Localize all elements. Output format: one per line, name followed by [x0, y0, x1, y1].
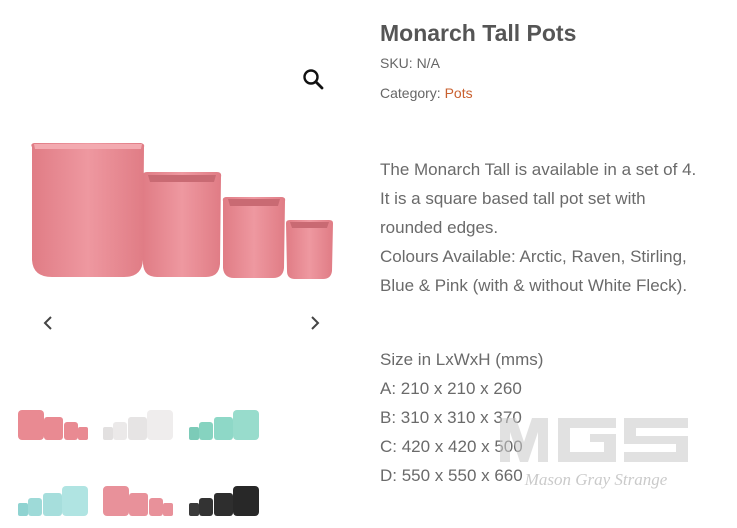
product-sku: SKU: N/A	[380, 55, 440, 71]
main-product-image	[31, 143, 333, 279]
pot-small	[222, 197, 286, 278]
size-heading: Size in LxWxH (mms)	[380, 350, 544, 369]
thumbnail-white[interactable]	[101, 404, 177, 448]
product-category: Category: Pots	[380, 85, 473, 101]
thumbnail-pink-fleck[interactable]	[101, 480, 177, 524]
zoom-magnifier-icon[interactable]	[300, 66, 326, 92]
thumbnail-light-blue[interactable]	[16, 480, 92, 524]
pot-medium	[142, 172, 222, 277]
product-title: Monarch Tall Pots	[380, 20, 577, 46]
size-b: B: 310 x 310 x 370	[380, 408, 522, 427]
thumbnail-black[interactable]	[187, 480, 263, 524]
size-d: D: 550 x 550 x 660	[380, 466, 523, 485]
size-list: Size in LxWxH (mms) A: 210 x 210 x 260 B…	[380, 345, 700, 490]
product-gallery	[0, 0, 350, 528]
category-link[interactable]: Pots	[445, 85, 473, 101]
colours-paragraph: Colours Available: Arctic, Raven, Stirli…	[380, 247, 688, 295]
pot-smallest	[286, 220, 333, 279]
size-a: A: 210 x 210 x 260	[380, 379, 522, 398]
product-info: Monarch Tall Pots SKU: N/A Category: Pot…	[380, 0, 720, 528]
chevron-right-icon[interactable]	[303, 310, 327, 336]
thumbnail-mint[interactable]	[187, 404, 263, 448]
thumbnail-pink[interactable]	[16, 404, 92, 448]
category-label: Category:	[380, 85, 445, 101]
product-description: The Monarch Tall is available in a set o…	[380, 155, 700, 300]
size-c: C: 420 x 420 x 500	[380, 437, 523, 456]
pot-large	[31, 143, 145, 277]
description-paragraph: The Monarch Tall is available in a set o…	[380, 160, 697, 237]
chevron-left-icon[interactable]	[36, 310, 60, 336]
